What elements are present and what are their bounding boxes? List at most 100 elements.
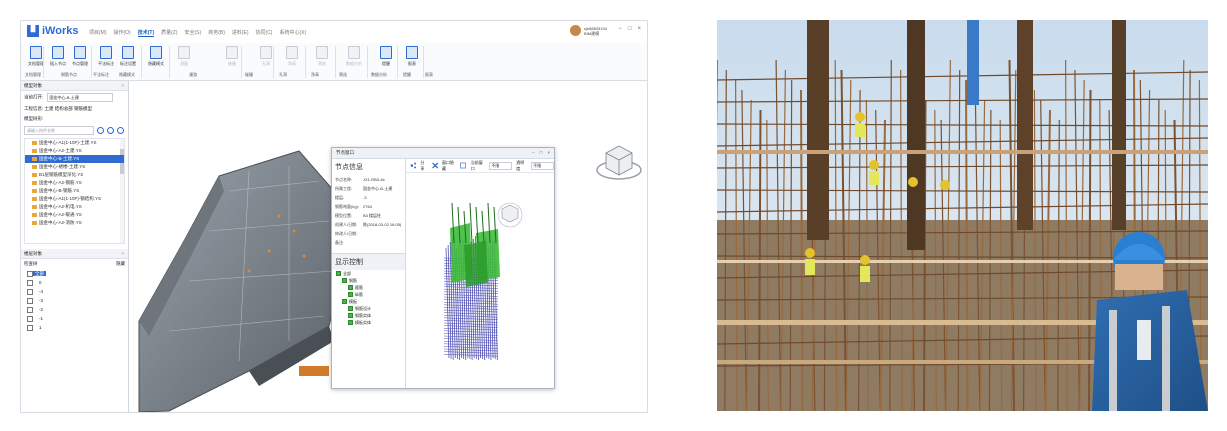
share-button[interactable]: 分享 [420,160,427,172]
display-checkbox[interactable]: 钢筋 [332,277,405,284]
ribbon-button[interactable]: 隐藏模式 [145,46,167,67]
menu-item[interactable]: 项目(M) [89,29,107,37]
menu-item[interactable]: 系统中心(X) [279,29,306,37]
ribbon-icon [406,46,418,59]
collapse-icon[interactable] [117,127,124,134]
tree-item[interactable]: 国金中心-裙楼-土建.YS [25,163,124,171]
menu-item[interactable]: 操作(O) [114,29,131,37]
layer-item[interactable]: -4 [21,287,128,296]
info-row: 创建人/日期: 陈(2018-03-02 16:05) [332,220,405,229]
pin-icon[interactable]: × [121,249,124,258]
model-tree-label: 模型树形: [24,116,44,121]
layer-tree: 全部 0 -4 -3 -2 -1 1 [21,269,128,332]
menu-item[interactable]: 协同(C) [256,29,273,37]
rebar-stirrup [443,353,499,357]
ribbon-button[interactable]: 平法标注 [95,46,117,67]
tree-item[interactable]: 国金中心-A2-消防.YS [25,219,124,227]
rebar-node-green [464,241,488,287]
ribbon-button[interactable]: 筛选 [311,46,333,67]
user-info[interactable]: sjh88833194 BIM建模 [570,25,607,36]
view-cube[interactable] [596,145,642,180]
layer-hide-toggle[interactable]: 隐藏 [116,261,125,267]
layer-item[interactable]: 0 [21,278,128,287]
tree-item[interactable]: 国金中心-A2-机电.YS [25,203,124,211]
search-input[interactable]: 请输入构件名称 [24,126,94,135]
info-key: 备注: [335,239,345,245]
info-value: 国金中心-B-土建 [363,185,393,191]
dialog-view-cube[interactable] [497,202,523,228]
ribbon-button[interactable]: 数据分析 [343,46,365,67]
ribbon-button[interactable]: 节点管理 [69,46,91,67]
pin-icon[interactable]: × [121,81,124,90]
3d-viewport[interactable]: 节点窗口 − □ × 节点信息 节点名称: JX1-RB3-4e 所属工程: 国金中心… [129,81,647,412]
layer-item[interactable]: -1 [21,314,128,323]
rebar-stirrup [443,333,499,336]
current-window-icon[interactable] [460,162,467,169]
avatar[interactable] [570,25,581,36]
ribbon-divider [367,46,368,78]
ribbon-group-label: 文档管理 [25,72,41,77]
refresh-icon[interactable] [97,127,104,134]
node-window[interactable]: 节点窗口 − □ × 节点信息 节点名称: JX1-RB3-4e 所属工程: 国金中心… [331,147,555,389]
share-icon[interactable] [410,162,417,169]
ribbon-button[interactable]: 提醒 [375,46,397,67]
ribbon-button[interactable]: 测量 [173,46,195,67]
tree-item[interactable]: 国金中心-A1(1-10F)-钢结构.YS [25,195,124,203]
ribbon-icon [226,46,238,59]
node-window-titlebar[interactable]: 节点窗口 − □ × [332,148,554,159]
hide-window-icon[interactable] [431,162,438,169]
tree-item[interactable]: 国金中心-A1(1-10F)-土建.YS [25,139,124,147]
user-account: sjh88833194 [584,25,607,31]
tree-item[interactable]: 国金中心-B-土建.YS [25,155,124,163]
tree-item[interactable]: 国金中心-A2-土建.YS [25,147,124,155]
menu-item[interactable]: 安全(S) [185,29,202,37]
tree-item[interactable]: 国金中心-A2-暖通.YS [25,211,124,219]
menu-item[interactable]: 商务(B) [208,29,225,37]
layer-root[interactable]: 全部 [21,269,128,278]
expand-icon[interactable] [107,127,114,134]
tree-item[interactable]: 国金中心-B-钢筋.YS [25,187,124,195]
ribbon-button[interactable]: 碰撞 [221,46,243,67]
close-button[interactable]: × [637,26,641,32]
ribbon-button[interactable]: 报表 [401,46,423,67]
dialog-minimize-button[interactable]: − [532,148,535,158]
current-window-button[interactable]: 当前窗口 [471,160,486,172]
tree-item[interactable]: 国金中心-A2-钢筋.YS [25,179,124,187]
display-checkbox[interactable]: 钢筋实体 [332,312,405,319]
view-select[interactable]: 不限 [489,161,513,170]
menu-item[interactable]: 进料(E) [232,29,249,37]
info-key: 楼层: [335,194,345,200]
layer-item[interactable]: -3 [21,296,128,305]
display-checkbox[interactable]: 模板 [332,298,405,305]
maximize-button[interactable]: □ [628,26,632,32]
dialog-maximize-button[interactable]: □ [540,148,543,158]
menu-item[interactable]: 质量(Z) [161,29,177,37]
display-checkbox[interactable]: 全部 [332,270,405,277]
display-checkbox-label: 钢筋设计 [355,306,371,311]
ribbon-button[interactable]: 净高 [281,46,303,67]
ribbon-label: 筛选 [318,61,326,66]
ribbon-icon [380,46,392,59]
display-checkbox-label: 钢筋实体 [355,313,371,318]
display-checkbox[interactable]: 纵筋 [332,291,405,298]
rebar-model-view[interactable] [406,173,554,388]
display-checkbox[interactable]: 模板实体 [332,319,405,326]
node-window-title: 节点窗口 [336,150,354,155]
hide-window-button[interactable]: 窗口隐藏 [442,160,457,172]
display-checkbox[interactable]: 钢筋设计 [332,305,405,312]
ribbon-group-label: 筛选 [339,72,347,77]
ribbon-label: 测量 [180,61,188,66]
ribbon-button[interactable]: 插入节点 [47,46,69,67]
tree-item[interactable]: B1层钢筋模型深化.YS [25,171,124,179]
minimize-button[interactable]: − [618,26,622,32]
layer-item[interactable]: -2 [21,305,128,314]
ribbon-button[interactable]: 标注设置 [117,46,139,67]
menu-item[interactable]: 技术(T) [137,29,155,37]
dialog-close-button[interactable]: × [547,148,550,158]
layer-item[interactable]: 1 [21,323,128,332]
project-select[interactable]: 国金中心-B-土建 [46,93,113,102]
display-checkbox[interactable]: 箍筋 [332,284,405,291]
info-row: 钢筋吨量(kg): 2764 [332,202,405,211]
transparency-select[interactable]: 不限 [531,161,555,170]
info-value: 陈(2018-03-02 16:05) [363,221,402,227]
